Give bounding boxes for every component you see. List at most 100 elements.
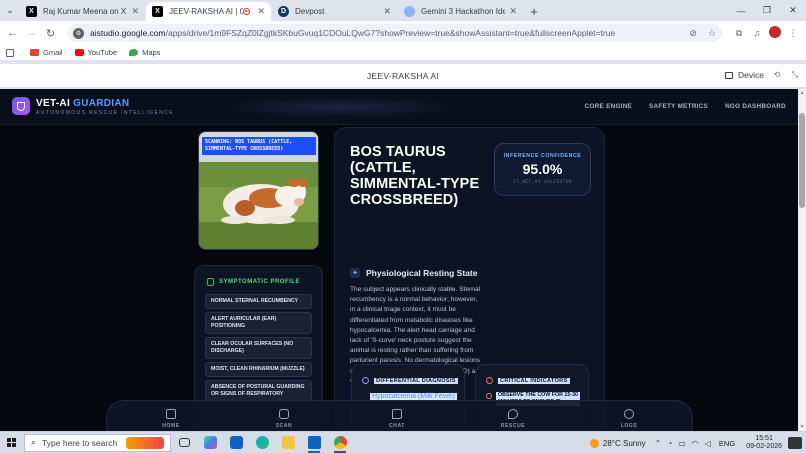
wifi-icon[interactable]: ◠ xyxy=(692,439,699,448)
bookmark-youtube[interactable]: YouTube xyxy=(74,48,118,57)
linkedin-icon[interactable] xyxy=(301,432,327,453)
forward-icon[interactable]: → xyxy=(23,24,40,42)
symptom-list: NORMAL STERNAL RECUMBENCY ALERT AURICULA… xyxy=(195,286,322,402)
battery-icon[interactable]: ▭ xyxy=(678,439,686,448)
chat-icon xyxy=(392,409,402,419)
dock-home[interactable]: HOME xyxy=(146,409,196,429)
scroll-down-icon[interactable]: ▼ xyxy=(798,423,806,431)
back-icon[interactable]: ← xyxy=(4,24,21,42)
device-button[interactable]: Device xyxy=(725,70,764,80)
minimize-icon[interactable]: — xyxy=(728,0,754,21)
url-text[interactable]: aistudio.google.com/apps/drive/1m9FSZqZ0… xyxy=(90,28,681,38)
search-icon: ⌕ xyxy=(31,437,37,447)
confidence-value: 95.0% xyxy=(522,161,563,177)
camera-icon xyxy=(279,409,289,419)
vet-ai-app: VET-AI GUARDIAN AUTONOMOUS RESCUE INTELL… xyxy=(0,89,798,431)
applet-header: JEEV-RAKSHA AI Device ⟲ ⤡ xyxy=(0,64,806,88)
confidence-card: INFERENCE CONFIDENCE 95.0% ST_NET_V1 VAL… xyxy=(494,143,591,196)
refresh-icon[interactable]: ⟲ xyxy=(774,70,781,79)
profile-avatar[interactable] xyxy=(766,26,784,40)
dock-logs[interactable]: LOGS xyxy=(604,409,654,429)
page-scrollbar[interactable]: ▲ ▼ xyxy=(798,89,806,431)
media-icon[interactable]: ♫ xyxy=(748,28,766,38)
tab-search-chevron-icon[interactable]: ⌄ xyxy=(0,0,20,21)
bookmark-star-icon[interactable]: ☆ xyxy=(708,28,716,38)
bookmarks-bar: Gmail YouTube Maps xyxy=(0,45,806,60)
reload-icon[interactable]: ↻ xyxy=(42,24,59,42)
volume-icon[interactable]: ◁ xyxy=(705,439,711,448)
bookmark-gmail[interactable]: Gmail xyxy=(30,48,63,57)
dock-label: SCAN xyxy=(275,423,293,429)
dock-rescue[interactable]: RESCUE xyxy=(488,409,538,429)
chevron-up-icon[interactable]: ⌃ xyxy=(655,439,662,448)
chrome-icon[interactable] xyxy=(327,432,353,453)
nav-core-engine[interactable]: CORE ENGINE xyxy=(585,103,632,110)
symptom-item: MOIST, CLEAN RHINARIUM (MUZZLE) xyxy=(205,362,312,377)
dock-scan[interactable]: SCAN xyxy=(259,409,309,429)
tab-gemini-ideas[interactable]: Gemini 3 Hackathon Ideas ✕ xyxy=(398,2,523,21)
tab-devpost[interactable]: D Devpost ✕ xyxy=(272,2,397,21)
address-bar[interactable]: ⚙ aistudio.google.com/apps/drive/1m9FSZq… xyxy=(67,24,722,42)
shield-logo-icon[interactable] xyxy=(12,97,30,115)
bottom-dock: HOME SCAN CHAT RESCUE LOGS xyxy=(106,400,693,431)
maps-icon xyxy=(129,49,139,56)
taskbar-clock[interactable]: 15:51 09-02-2026 xyxy=(746,435,782,451)
notification-icon[interactable] xyxy=(788,437,802,449)
language-indicator[interactable]: ENG xyxy=(719,439,735,448)
close-window-icon[interactable]: ✕ xyxy=(780,0,806,21)
scroll-thumb[interactable] xyxy=(799,113,805,208)
nav-safety-metrics[interactable]: SAFETY METRICS xyxy=(649,103,708,110)
symptom-item: CLEAR OCULAR SURFACES (NO DISCHARGE) xyxy=(205,337,312,359)
bookmark-label: YouTube xyxy=(87,48,118,57)
brand-tagline: AUTONOMOUS RESCUE INTELLIGENCE xyxy=(36,110,175,116)
file-explorer-icon[interactable] xyxy=(275,432,301,453)
tab-title: Raj Kumar Meena on X: "@sau xyxy=(43,7,127,16)
critical-title: CRITICAL INDICATORS xyxy=(498,377,570,384)
close-icon[interactable]: ✕ xyxy=(383,6,391,17)
x-logo-icon: X xyxy=(152,6,163,17)
windows-start-icon[interactable] xyxy=(0,432,22,453)
close-icon[interactable]: ✕ xyxy=(509,6,517,17)
device-label: Device xyxy=(738,70,764,80)
eye-off-icon[interactable]: ⊘ xyxy=(689,28,697,38)
tab-strip: ⌄ X Raj Kumar Meena on X: "@sau ✕ X JEEV… xyxy=(0,0,806,21)
close-icon[interactable]: ✕ xyxy=(257,6,265,17)
browser-toolbar: ← → ↻ ⚙ aistudio.google.com/apps/drive/1… xyxy=(0,21,806,45)
nav-ngo-dashboard[interactable]: NGO DASHBOARD xyxy=(725,103,786,110)
scan-label: SCANNING: BOS TAURUS (CATTLE, SIMMENTAL-… xyxy=(202,137,316,155)
apps-grid-icon[interactable] xyxy=(6,48,18,57)
state-row: ✦ Physiological Resting State xyxy=(350,268,477,278)
restore-icon[interactable]: ❐ xyxy=(754,0,780,21)
new-tab-button[interactable]: + xyxy=(524,2,544,21)
task-view-icon[interactable] xyxy=(171,432,197,453)
edge-icon[interactable] xyxy=(249,432,275,453)
scan-image-card: SCANNING: BOS TAURUS (CATTLE, SIMMENTAL-… xyxy=(198,131,319,250)
more-menu-icon[interactable]: ⋮ xyxy=(784,28,802,39)
bookmark-maps[interactable]: Maps xyxy=(129,48,160,57)
clock-time: 15:51 xyxy=(755,435,773,442)
fullscreen-exit-icon[interactable]: ⤡ xyxy=(792,70,798,79)
extensions-icon[interactable]: ⧉ xyxy=(730,28,748,39)
tab-raj-kumar-meena[interactable]: X Raj Kumar Meena on X: "@sau ✕ xyxy=(20,2,145,21)
site-info-icon[interactable]: ⚙ xyxy=(73,27,84,39)
scroll-up-icon[interactable]: ▲ xyxy=(798,89,806,97)
weather-widget[interactable]: 28°C Sunny xyxy=(589,438,646,448)
search-placeholder: Type here to search xyxy=(42,437,118,448)
copilot-icon[interactable] xyxy=(197,432,223,453)
warning-icon xyxy=(486,393,492,399)
clipboard-icon xyxy=(207,278,214,286)
network-icon[interactable]: ◔ xyxy=(667,439,672,448)
close-icon[interactable]: ✕ xyxy=(131,6,139,17)
outlook-icon[interactable] xyxy=(223,432,249,453)
brand-name[interactable]: VET-AI GUARDIAN xyxy=(36,98,129,109)
taskbar-search[interactable]: ⌕ Type here to search xyxy=(24,433,171,452)
tab-jeev-raksha[interactable]: X JEEV-RAKSHA AI | Google A ✕ xyxy=(146,2,271,21)
recording-icon xyxy=(243,8,251,15)
brand-name-part2: GUARDIAN xyxy=(73,98,130,109)
state-label: Physiological Resting State xyxy=(366,268,478,278)
youtube-icon xyxy=(74,49,84,56)
dock-label: HOME xyxy=(162,423,180,429)
confidence-label: INFERENCE CONFIDENCE xyxy=(503,153,582,159)
differential-item: Hypocalcemia (Milk Fever) xyxy=(370,393,457,400)
dock-chat[interactable]: CHAT xyxy=(372,409,422,429)
